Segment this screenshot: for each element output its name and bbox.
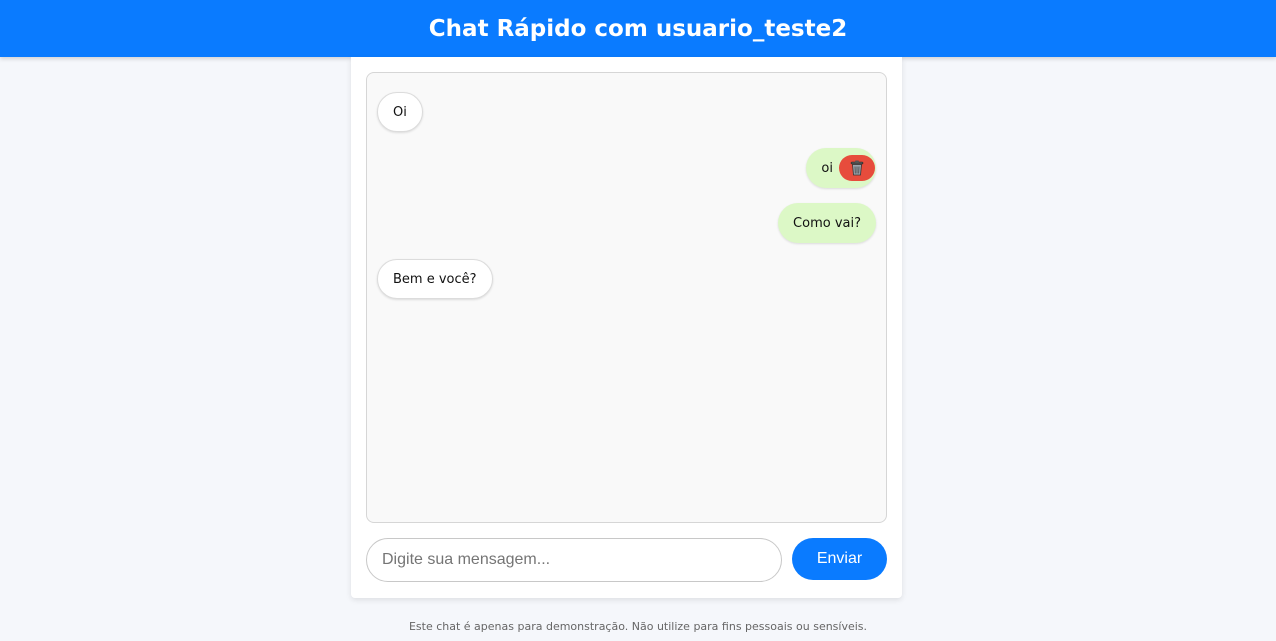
message-received: Oi [377,92,423,132]
message-text: Oi [393,104,407,120]
message-list[interactable]: Oi oi Como vai? Bem e você? [366,72,887,523]
app-header: Chat Rápido com usuario_teste2 [0,0,1276,57]
footer-disclaimer: Este chat é apenas para demonstração. Nã… [408,620,868,633]
message-received: Bem e você? [377,259,493,299]
chat-card: Oi oi Como vai? Bem e você? Envia [351,57,902,598]
message-text: oi [821,160,833,176]
send-button[interactable]: Enviar [792,538,887,580]
message-text: Bem e você? [393,271,477,287]
delete-message-button[interactable] [839,155,875,181]
message-input[interactable] [366,538,782,582]
message-text: Como vai? [793,215,861,231]
composer: Enviar [366,538,887,582]
message-sent: oi [806,148,876,188]
trash-icon [850,160,864,176]
page-title: Chat Rápido com usuario_teste2 [428,15,848,42]
message-sent: Como vai? [778,203,876,243]
